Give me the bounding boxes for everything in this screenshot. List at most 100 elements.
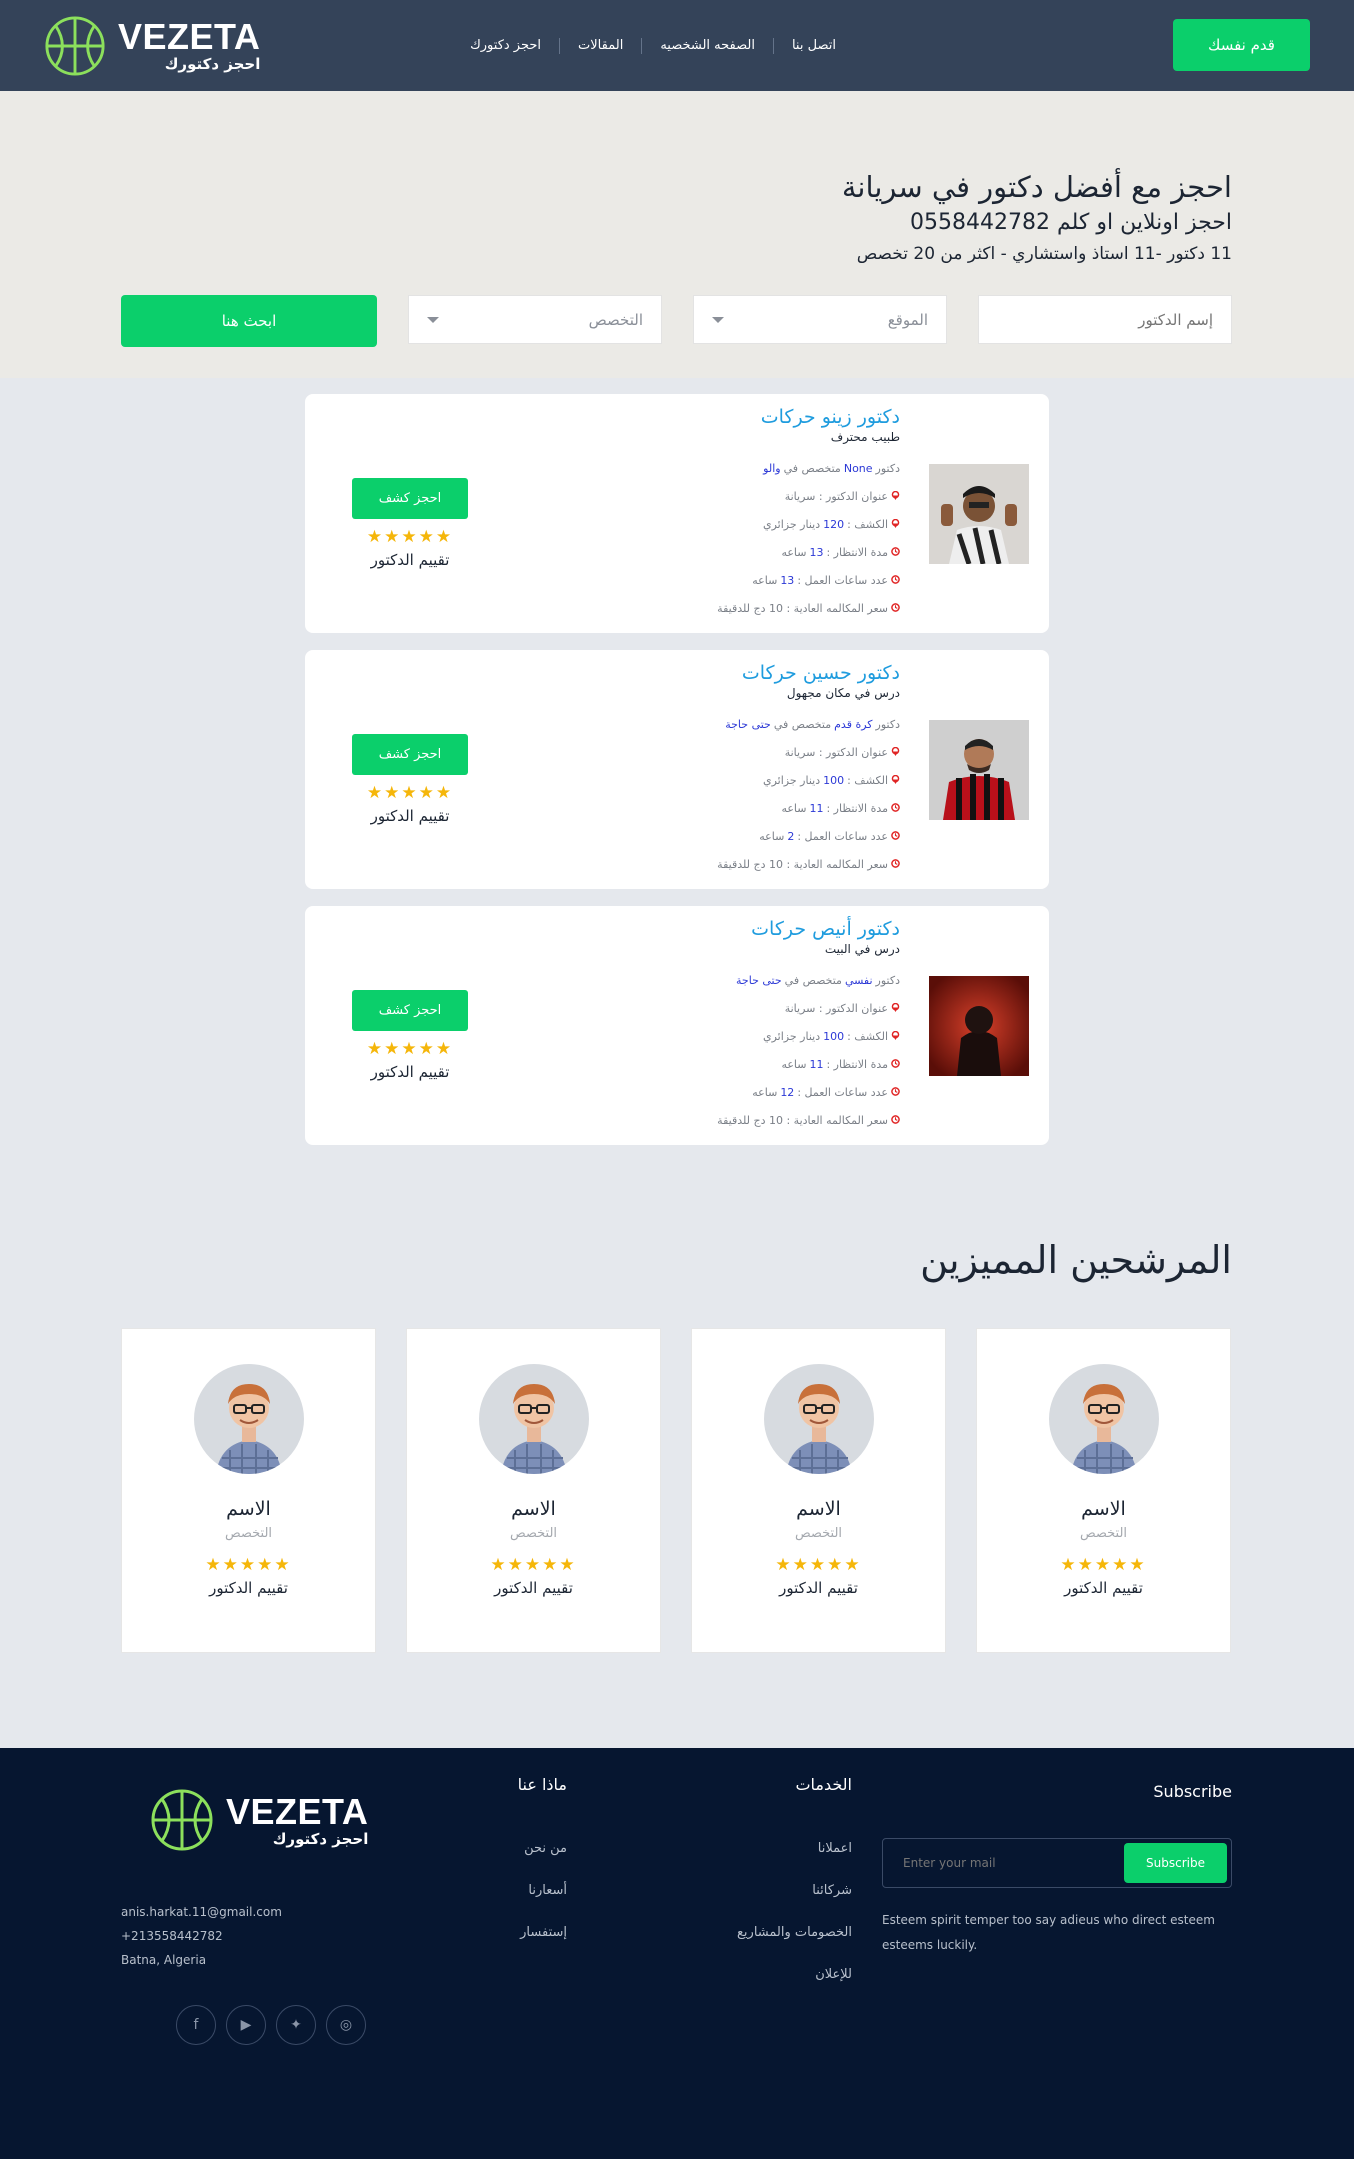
- avatar: [1048, 1364, 1159, 1474]
- footer-link-advertise[interactable]: للإعلان: [737, 1954, 852, 1996]
- footer-logo[interactable]: VEZETA احجز دكتورك: [150, 1788, 368, 1852]
- basketball-logo-icon: [45, 15, 105, 76]
- doctor-fee-line: الكشف : 100 دينار جزائري: [717, 1023, 900, 1051]
- chevron-down-icon: [427, 316, 439, 323]
- clock-icon: [891, 823, 900, 851]
- doctor-wait-line: مدة الانتظار : 11 ساعه: [717, 1051, 900, 1079]
- book-appointment-button[interactable]: احجز كشف: [352, 990, 468, 1031]
- nav-articles[interactable]: المقالات: [559, 37, 641, 54]
- doctor-subtitle: درس في البيت: [824, 941, 900, 956]
- featured-card[interactable]: الاسم التخصص ★★★★★ تقييم الدكتور: [691, 1328, 946, 1653]
- doctor-photo[interactable]: [929, 464, 1029, 564]
- doctor-specialty-line: دكتور كرة قدم متخصص في حتى حاجة: [717, 711, 900, 739]
- clock-icon: [891, 851, 900, 879]
- featured-specialty: التخصص: [509, 1526, 558, 1541]
- featured-grid: الاسم التخصص ★★★★★ تقييم الدكتور الاسم ا…: [121, 1328, 1231, 1653]
- top-header: VEZETA احجز دكتورك اتصل بنا الصفحه الشخص…: [0, 0, 1354, 91]
- footer-brand-tagline: احجز دكتورك: [272, 1829, 369, 1848]
- facebook-icon[interactable]: f: [176, 2005, 216, 2045]
- footer-link-about[interactable]: من نحن: [518, 1828, 567, 1870]
- rating-stars: ★★★★★: [366, 1039, 454, 1059]
- doctor-wait: 11: [809, 1057, 824, 1071]
- footer-location: Batna, Algeria: [121, 1953, 207, 1967]
- location-pin-icon: [891, 739, 900, 767]
- footer-link-prices[interactable]: أسعارنا: [518, 1870, 567, 1912]
- doctor-wait-line: مدة الانتظار : 11 ساعه: [717, 795, 900, 823]
- featured-name: الاسم: [226, 1498, 271, 1520]
- youtube-icon[interactable]: ▶: [226, 2005, 266, 2045]
- doctor-hours-line: عدد ساعات العمل : 2 ساعه: [717, 823, 900, 851]
- rating-label: تقييم الدكتور: [209, 1579, 288, 1598]
- location-pin-icon: [891, 483, 900, 511]
- featured-card[interactable]: الاسم التخصص ★★★★★ تقييم الدكتور: [406, 1328, 661, 1653]
- subscribe-form: Subscribe: [882, 1838, 1232, 1888]
- avatar: [478, 1364, 589, 1474]
- doctor-fee: 100: [823, 1029, 845, 1043]
- instagram-icon[interactable]: ◎: [326, 2005, 366, 2045]
- doctor-call-price-line: سعر المكالمه العادية : 10 دج للدقيقة: [717, 851, 900, 879]
- rating-stars: ★★★★★: [366, 527, 454, 547]
- subscribe-button[interactable]: Subscribe: [1124, 1843, 1227, 1883]
- doctor-photo[interactable]: [929, 720, 1029, 820]
- nav-contact[interactable]: اتصل بنا: [772, 37, 854, 54]
- nav-book-doctor[interactable]: احجز دكتورك: [452, 38, 559, 54]
- doctor-wait-line: مدة الانتظار : 13 ساعه: [717, 539, 900, 567]
- twitter-icon[interactable]: ✦: [276, 2005, 316, 2045]
- basketball-logo-icon: [151, 1789, 213, 1851]
- doctor-specialty-line: دكتور None متخصص في والو: [717, 455, 900, 483]
- location-pin-icon: [891, 1023, 900, 1051]
- apply-button[interactable]: قدم نفسك: [1173, 19, 1310, 71]
- location-select-value: الموقع: [887, 310, 928, 329]
- clock-icon: [891, 1051, 900, 1079]
- rating-label: تقييم الدكتور: [370, 807, 450, 826]
- footer-email[interactable]: anis.harkat.11@gmail.com: [121, 1900, 282, 1924]
- doctor-field: None: [843, 461, 873, 475]
- doctor-photo[interactable]: [929, 976, 1029, 1076]
- featured-specialty: التخصص: [224, 1526, 273, 1541]
- doctor-name-input[interactable]: [997, 310, 1213, 329]
- rating-stars: ★★★★★: [205, 1555, 292, 1575]
- footer-link-partners[interactable]: شركائنا: [737, 1870, 852, 1912]
- footer-services-column: الخدمات اعملانا شركائنا الخصومات والمشار…: [737, 1775, 852, 1996]
- specialty-select[interactable]: التخصص: [408, 295, 662, 344]
- doctor-subtitle: درس في مكان مجهول: [786, 685, 900, 700]
- doctor-name[interactable]: دكتور زينو حركات: [717, 405, 900, 430]
- avatar: [193, 1364, 304, 1474]
- doctor-wait: 11: [809, 801, 824, 815]
- doctor-hours: 2: [787, 829, 795, 843]
- location-select[interactable]: الموقع: [693, 295, 947, 344]
- doctor-card: دكتور زينو حركات طبيب محترف دكتور None م…: [305, 394, 1049, 633]
- featured-specialty: التخصص: [794, 1526, 843, 1541]
- doctor-name[interactable]: دكتور أنيص حركات: [717, 917, 900, 942]
- doctor-name[interactable]: دكتور حسين حركات: [717, 661, 900, 686]
- doctor-field: كرة قدم: [834, 717, 873, 731]
- subscribe-title: Subscribe: [1153, 1782, 1232, 1801]
- doctor-name-field[interactable]: [978, 295, 1232, 344]
- book-appointment-button[interactable]: احجز كشف: [352, 478, 468, 519]
- brand-logo[interactable]: VEZETA احجز دكتورك: [44, 15, 260, 77]
- hero-stats: 11 دكتور -11 استاذ واستشاري - اكثر من 20…: [856, 244, 1232, 265]
- doctor-call-price-line: سعر المكالمه العادية : 10 دج للدقيقة: [717, 1107, 900, 1135]
- site-footer: VEZETA احجز دكتورك anis.harkat.11@gmail.…: [0, 1748, 1354, 2159]
- hero-phone: احجز اونلاين او كلم 0558442782: [910, 209, 1232, 235]
- hero-title: احجز مع أفضل دكتور في سريانة: [841, 170, 1232, 204]
- footer-link-works[interactable]: اعملانا: [737, 1828, 852, 1870]
- rating-label: تقييم الدكتور: [779, 1579, 858, 1598]
- doctor-place: حتى حاجة: [736, 973, 782, 987]
- nav-profile[interactable]: الصفحه الشخصيه: [641, 37, 773, 54]
- footer-link-inquiry[interactable]: إستفسار: [518, 1912, 567, 1954]
- featured-card[interactable]: الاسم التخصص ★★★★★ تقييم الدكتور: [121, 1328, 376, 1653]
- search-form: الموقع التخصص ابحث هنا: [121, 295, 1232, 347]
- doctor-hours: 13: [780, 573, 795, 587]
- footer-link-discounts[interactable]: الخصومات والمشاريع: [737, 1912, 852, 1954]
- doctor-place: والو: [763, 461, 781, 475]
- featured-card[interactable]: الاسم التخصص ★★★★★ تقييم الدكتور: [976, 1328, 1231, 1653]
- doctor-fee-line: الكشف : 100 دينار جزائري: [717, 767, 900, 795]
- subscribe-email-input[interactable]: [903, 1856, 1124, 1870]
- doctor-call-price-line: سعر المكالمه العادية : 10 دج للدقيقة: [717, 595, 900, 623]
- search-button[interactable]: ابحث هنا: [121, 295, 377, 347]
- doctor-address-line: عنوان الدكتور : سريانة: [717, 483, 900, 511]
- featured-specialty: التخصص: [1079, 1526, 1128, 1541]
- book-appointment-button[interactable]: احجز كشف: [352, 734, 468, 775]
- clock-icon: [891, 1107, 900, 1135]
